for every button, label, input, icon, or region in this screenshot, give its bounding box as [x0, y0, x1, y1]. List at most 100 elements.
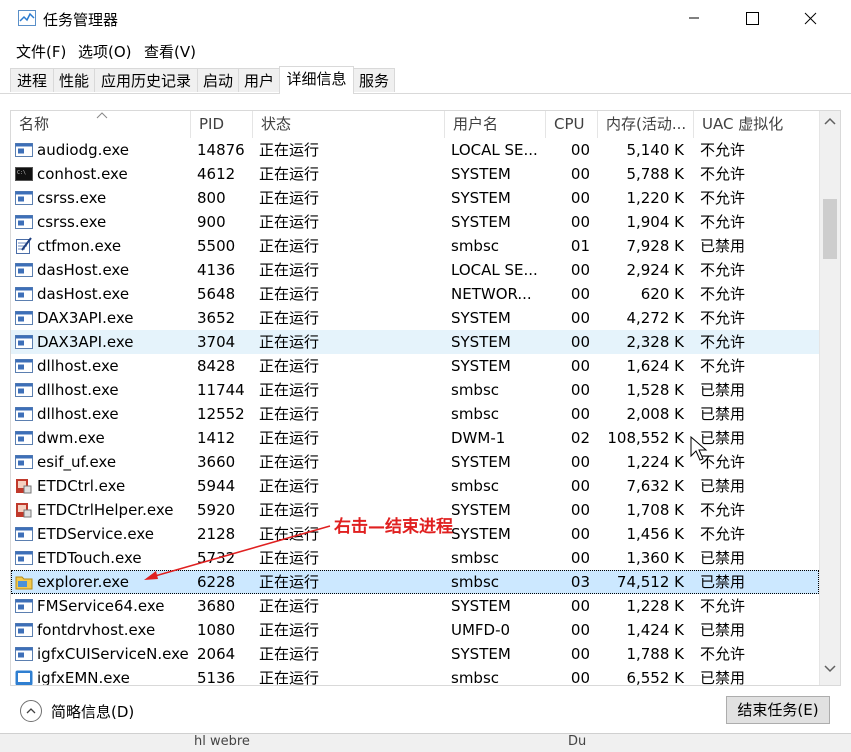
cell-status: 正在运行 [259, 381, 320, 399]
table-row[interactable]: ETDCtrl.exe 5944 正在运行 smbsc 00 7,632 K 已禁用 [11, 474, 819, 498]
fewer-details-toggle[interactable]: 简略信息(D) [20, 700, 134, 722]
minimize-button[interactable] [665, 0, 723, 36]
cell-status: 正在运行 [259, 477, 320, 495]
cell-name: ETDCtrlHelper.exe [11, 498, 191, 522]
tab-users[interactable]: 用户 [238, 68, 280, 92]
process-name: audiodg.exe [37, 141, 129, 159]
process-name: dasHost.exe [37, 261, 130, 279]
scroll-down-icon[interactable] [824, 665, 836, 673]
column-header-memory[interactable]: 内存(活动... [598, 111, 694, 138]
title-bar[interactable]: 任务管理器 [0, 0, 851, 36]
column-header-uac[interactable]: UAC 虚拟化 [694, 111, 819, 138]
cell-pid: 3660 [197, 453, 236, 471]
scrollbar-thumb[interactable] [823, 199, 837, 259]
chevron-up-icon [20, 700, 42, 722]
cell-name: fontdrvhost.exe [11, 618, 191, 642]
background-window-strip: hl webre Du [0, 733, 851, 752]
cell-mem: 1,360 K [626, 549, 684, 567]
tab-details[interactable]: 详细信息 [279, 66, 354, 94]
table-row[interactable]: FMService64.exe 3680 正在运行 SYSTEM 00 1,228 K 不允… [11, 594, 819, 618]
tab-services[interactable]: 服务 [353, 68, 395, 92]
process-name: igfxEMN.exe [37, 669, 130, 686]
table-row[interactable]: dllhost.exe 8428 正在运行 SYSTEM 00 1,624 K 不允许 [11, 354, 819, 378]
cell-uac: 不允许 [700, 357, 746, 375]
table-row[interactable]: dasHost.exe 5648 正在运行 NETWOR... 00 620 K 不允许 [11, 282, 819, 306]
cell-mem: 1,456 K [626, 525, 684, 543]
cell-user: SYSTEM [451, 333, 511, 351]
table-row[interactable]: ETDTouch.exe5732正在运行smbsc001,360 K已禁用 [11, 546, 819, 570]
cell-uac: 已禁用 [700, 405, 746, 423]
cell-cpu: 01 [570, 237, 590, 255]
cell-uac: 已禁用 [700, 429, 746, 447]
process-name: conhost.exe [37, 165, 128, 183]
cell-mem: 620 K [640, 285, 684, 303]
maximize-button[interactable] [723, 0, 781, 36]
cell-name: audiodg.exe [11, 138, 191, 162]
table-row[interactable]: DAX3API.exe 3652 正在运行 SYSTEM 00 4,272 K 不允许 [11, 306, 819, 330]
cell-pid: 3680 [197, 597, 236, 615]
cell-mem: 2,008 K [626, 405, 684, 423]
cell-mem: 1,220 K [626, 189, 684, 207]
menu-file[interactable]: 文件(F) [16, 41, 66, 62]
table-row[interactable]: DAX3API.exe 3704 正在运行 SYSTEM 00 2,328 K 不允许 [11, 330, 819, 354]
cell-cpu: 00 [570, 669, 590, 686]
table-row[interactable]: igfxEMN.exe 5136 正在运行 smbsc 00 6,552 K 已禁用 [11, 666, 819, 686]
process-name: explorer.exe [37, 573, 129, 591]
cell-mem: 6,552 K [626, 669, 684, 686]
tab-strip: 进程 性能 应用历史记录 启动 用户 详细信息 服务 [0, 66, 851, 94]
cell-cpu: 00 [570, 309, 590, 327]
menu-view[interactable]: 查看(V) [144, 41, 196, 62]
process-name: csrss.exe [37, 213, 107, 231]
cell-cpu: 00 [570, 261, 590, 279]
table-row[interactable]: ctfmon.exe 5500 正在运行 smbsc 01 7,928 K 已禁用 [11, 234, 819, 258]
column-header-status[interactable]: 状态 [253, 111, 445, 138]
cell-uac: 不允许 [700, 285, 746, 303]
cell-mem: 1,624 K [626, 357, 684, 375]
table-row[interactable]: audiodg.exe 14876 正在运行 LOCAL SE... 00 5,140 K… [11, 138, 819, 162]
table-row[interactable]: C:\ conhost.exe 4612 正在运行 SYSTEM 00 5,788 K 不允许 [11, 162, 819, 186]
tab-performance[interactable]: 性能 [53, 68, 95, 92]
cell-pid: 5944 [197, 477, 236, 495]
cell-user: SYSTEM [451, 453, 511, 471]
cell-user: smbsc [451, 477, 500, 495]
table-row[interactable]: dasHost.exe 4136 正在运行 LOCAL SE... 00 2,924 K 不… [11, 258, 819, 282]
process-name: dllhost.exe [37, 381, 119, 399]
table-row[interactable]: csrss.exe 900 正在运行 SYSTEM 00 1,904 K 不允许 [11, 210, 819, 234]
column-header-pid[interactable]: PID [191, 111, 253, 138]
cell-status: 正在运行 [259, 237, 320, 255]
cell-cpu: 00 [570, 645, 590, 663]
column-header-cpu[interactable]: CPU [546, 111, 598, 138]
column-header-name[interactable]: 名称 [11, 111, 191, 138]
cell-status: 正在运行 [259, 621, 320, 639]
process-name: ETDCtrl.exe [37, 477, 126, 495]
cell-mem: 7,928 K [626, 237, 684, 255]
close-button[interactable] [781, 0, 839, 36]
cell-user: smbsc [451, 405, 500, 423]
table-row[interactable]: explorer.exe 6228 正在运行 smbsc 03 74,512 K 已禁用 [11, 570, 819, 594]
scroll-up-icon[interactable] [824, 117, 836, 125]
cell-pid: 12552 [197, 405, 245, 423]
tab-startup[interactable]: 启动 [197, 68, 239, 92]
task-manager-icon [18, 10, 36, 26]
table-row[interactable]: fontdrvhost.exe 1080 正在运行 UMFD-0 00 1,424 K 已禁… [11, 618, 819, 642]
cell-cpu: 00 [570, 165, 590, 183]
cell-uac: 不允许 [700, 645, 746, 663]
cell-pid: 2064 [197, 645, 236, 663]
cell-mem: 4,272 K [626, 309, 684, 327]
tab-app-history[interactable]: 应用历史记录 [94, 68, 198, 92]
table-row[interactable]: csrss.exe 800 正在运行 SYSTEM 00 1,220 K 不允许 [11, 186, 819, 210]
table-row[interactable]: igfxCUIServiceN.exe 2064 正在运行 SYSTEM 00 1,788… [11, 642, 819, 666]
end-task-button[interactable]: 结束任务(E) [726, 696, 830, 724]
table-row[interactable]: dllhost.exe 11744 正在运行 smbsc 00 1,528 K 已禁用 [11, 378, 819, 402]
process-name: ctfmon.exe [37, 237, 122, 255]
table-row[interactable]: dllhost.exe 12552 正在运行 smbsc 00 2,008 K 已禁用 [11, 402, 819, 426]
cell-user: SYSTEM [451, 213, 511, 231]
tab-processes[interactable]: 进程 [10, 68, 54, 92]
cell-pid: 14876 [197, 141, 245, 159]
cell-mem: 5,140 K [626, 141, 684, 159]
vertical-scrollbar[interactable] [819, 111, 840, 685]
menu-options[interactable]: 选项(O) [78, 41, 132, 62]
close-icon [804, 12, 816, 24]
column-header-user[interactable]: 用户名 [445, 111, 546, 138]
cell-cpu: 03 [570, 573, 590, 591]
